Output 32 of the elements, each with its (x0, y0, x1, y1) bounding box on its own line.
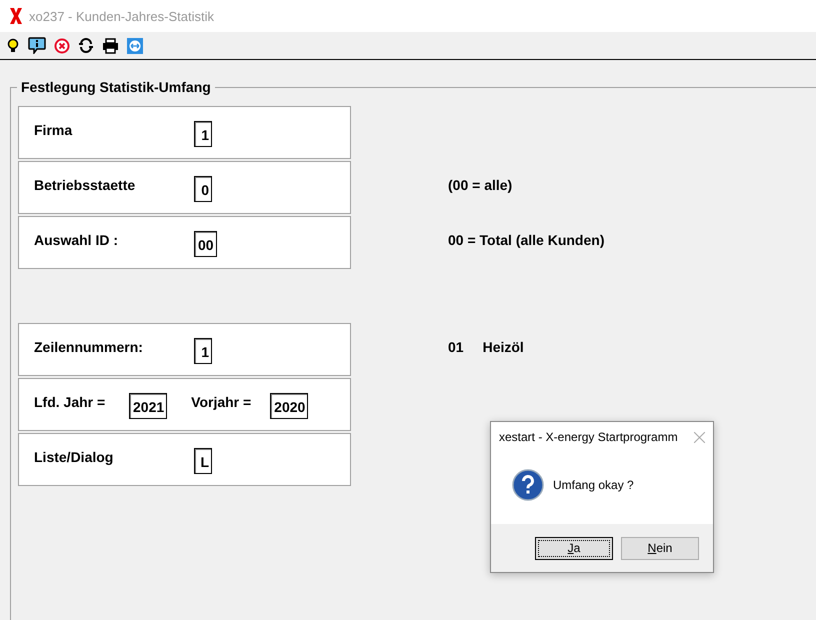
window-title: xo237 - Kunden-Jahres-Statistik (29, 8, 214, 24)
field-label: Firma (34, 122, 74, 138)
field-label: Betriebsstaette (34, 176, 136, 192)
input-field[interactable]: 1 (194, 338, 212, 364)
dialog-button[interactable]: Nein (621, 536, 699, 560)
remote-icon[interactable] (127, 38, 143, 54)
dialog-title: xestart - X-energy Startprogramm (499, 430, 678, 444)
printer-icon[interactable] (102, 38, 119, 54)
x-logo-icon (9, 7, 23, 25)
input-field[interactable]: 0 (194, 176, 212, 202)
question-icon (512, 469, 544, 501)
input-field[interactable]: 00 (194, 230, 217, 256)
hint-text: (00 = alle) (448, 176, 512, 192)
hint-text: 01 (448, 338, 464, 354)
field-label: Liste/Dialog (34, 448, 114, 464)
field-label: Vorjahr = (191, 394, 252, 410)
field-label: Lfd. Jahr = (34, 394, 106, 410)
bulb-icon[interactable] (6, 38, 20, 54)
cancel-icon[interactable] (54, 38, 70, 54)
input-field[interactable]: 2020 (270, 392, 308, 418)
info-icon[interactable] (28, 37, 46, 54)
dialog-button[interactable]: Ja (535, 536, 613, 560)
refresh-icon[interactable] (78, 37, 94, 54)
field-label: Zeilennummern: (34, 338, 144, 354)
input-field[interactable]: 2021 (129, 392, 168, 418)
input-field[interactable]: L (194, 448, 212, 474)
dialog-message: Umfang okay ? (553, 478, 634, 492)
hint-text: Heizöl (482, 338, 524, 354)
field-label: Auswahl ID : (34, 232, 120, 248)
hint-text: 00 = Total (alle Kunden) (448, 232, 604, 248)
group-title: Festlegung Statistik-Umfang (17, 79, 215, 95)
input-field[interactable]: 1 (194, 120, 212, 146)
